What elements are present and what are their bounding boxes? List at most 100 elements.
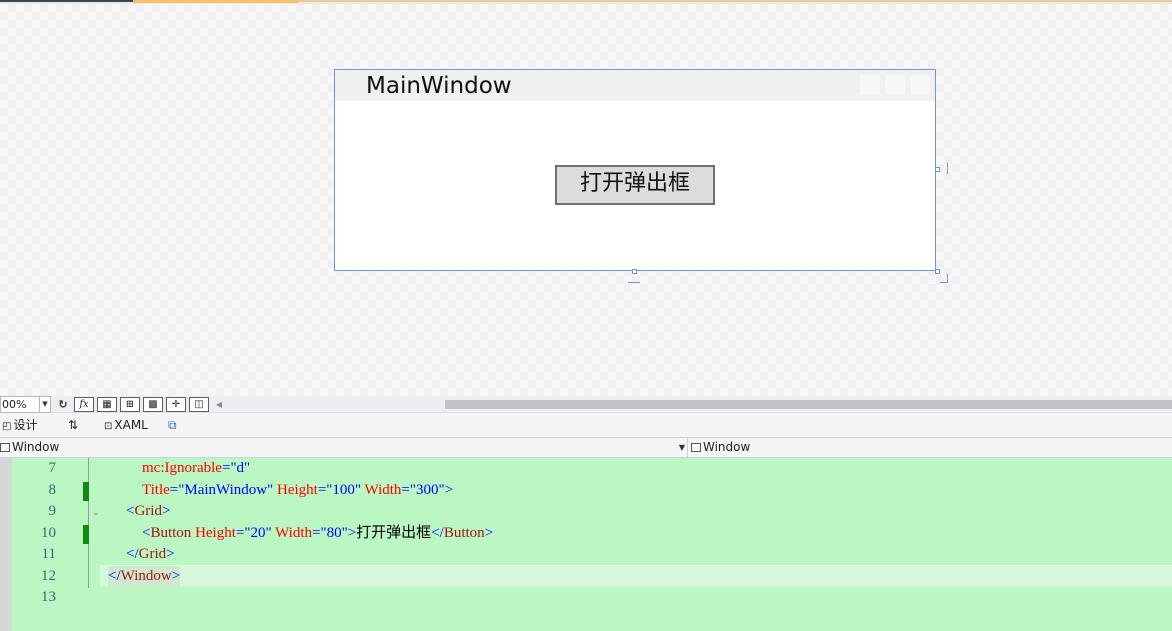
preview-window-title: MainWindow — [366, 73, 512, 99]
xaml-icon: ⊡ — [104, 421, 113, 432]
scope-dropdown-left[interactable]: Window ▼ — [0, 438, 688, 457]
minimize-icon — [860, 75, 880, 95]
code-text[interactable]: mc:Ignorable="d" — [142, 458, 250, 480]
code-token: "MainWindow" — [178, 481, 274, 498]
device-icon[interactable]: ◫ — [189, 397, 209, 412]
code-token: "100" — [326, 481, 362, 498]
swap-panes-button[interactable]: ⇅ — [68, 416, 78, 435]
code-token: > — [484, 524, 494, 541]
code-token: Width — [271, 524, 312, 541]
code-token: 打开弹出框 — [356, 524, 432, 541]
code-token: </ — [431, 524, 444, 541]
preview-window[interactable]: MainWindow 打开弹出框 — [334, 69, 936, 271]
code-token: Grid — [138, 546, 167, 562]
refresh-icon[interactable]: ↻ — [57, 396, 69, 413]
code-token: </ — [108, 567, 121, 584]
resize-handle-corner[interactable] — [935, 269, 940, 274]
code-token: "300" — [409, 481, 445, 498]
code-token: Height — [191, 524, 236, 541]
code-token: Button — [443, 524, 485, 541]
line-number: 11 — [41, 546, 56, 562]
line-number: 13 — [41, 589, 56, 605]
preview-titlebar: MainWindow — [335, 70, 935, 101]
navigation-bar: Window ▼ Window — [0, 437, 1172, 458]
popout-icon[interactable]: ⧉ — [168, 416, 177, 435]
code-text[interactable]: </Grid> — [126, 544, 175, 566]
code-token: > — [166, 546, 175, 562]
resize-handle-right[interactable] — [935, 167, 940, 172]
scroll-left-icon[interactable]: ◀ — [214, 396, 224, 413]
resize-grip-corner-h[interactable] — [940, 282, 948, 283]
resize-grip-right[interactable] — [947, 163, 948, 174]
line-number: 12 — [41, 567, 56, 584]
swap-icon: ⇅ — [68, 418, 79, 432]
tab-xaml[interactable]: ⊡ XAML — [104, 416, 148, 435]
tab-xaml-label: XAML — [114, 418, 148, 432]
code-token: > — [347, 524, 357, 541]
resize-grip-corner-v[interactable] — [947, 274, 948, 282]
code-token: Window — [120, 567, 172, 584]
code-token: = — [401, 481, 410, 498]
code-token: = — [169, 481, 179, 498]
line-number: 9 — [48, 503, 57, 519]
resize-grip-bottom[interactable] — [628, 282, 640, 283]
code-token: Width — [361, 481, 402, 498]
line-number: 8 — [48, 481, 57, 498]
code-token: "80" — [320, 524, 348, 541]
close-icon — [910, 75, 930, 95]
scope-dropdown-right[interactable]: Window — [691, 438, 1172, 457]
chevron-down-icon[interactable]: ▼ — [39, 397, 50, 412]
change-marker — [83, 481, 89, 501]
code-line[interactable]: 7 mc:Ignorable="d" — [12, 458, 1172, 480]
code-token: Height — [273, 481, 318, 498]
artboard-icon[interactable]: ▩ — [143, 397, 163, 412]
scope-left-label: Window — [12, 440, 60, 454]
code-token: Grid — [134, 503, 162, 519]
grid-icon[interactable]: ▦ — [97, 397, 117, 412]
zoom-value: 00% — [2, 398, 27, 411]
code-line[interactable]: 9 <Grid> — [12, 501, 1172, 523]
design-surface[interactable]: MainWindow 打开弹出框 — [0, 4, 1172, 396]
code-token: :Ignorable — [160, 460, 222, 476]
line-number: 10 — [41, 524, 56, 541]
code-line[interactable]: 11 </Grid> — [12, 544, 1172, 566]
code-token: "20" — [244, 524, 272, 541]
line-number: 7 — [48, 460, 57, 476]
code-token: > — [444, 481, 454, 498]
code-text[interactable]: <Button Height="20" Width="80">打开弹出框</Bu… — [142, 523, 493, 545]
snap-lines-icon[interactable]: ✛ — [166, 397, 186, 412]
code-token: mc — [142, 460, 161, 476]
tab-design-label: 设计 — [13, 418, 38, 432]
editor-margin — [0, 458, 12, 631]
code-text[interactable]: </Window> — [108, 565, 181, 587]
horizontal-scrollbar[interactable] — [226, 400, 1172, 409]
resize-handle-bottom[interactable] — [632, 269, 637, 274]
code-text[interactable]: Title="MainWindow" Height="100" Width="3… — [142, 480, 453, 502]
tab-indicator-inactive — [0, 0, 133, 2]
design-icon: ◰ — [2, 421, 12, 432]
tab-design[interactable]: ◰ 设计 — [2, 416, 37, 435]
code-token: Title — [142, 481, 170, 498]
fx-icon[interactable]: fx — [74, 397, 94, 412]
maximize-icon — [885, 75, 905, 95]
code-line[interactable]: 12 </Window> — [12, 565, 1172, 587]
code-token: Button — [150, 524, 192, 541]
designer-toolbar: 00% ▼ ↻ fx ▦ ⊞ ▩ ✛ ◫ ◀ — [0, 396, 1172, 413]
tab-indicator-active[interactable] — [133, 0, 299, 3]
view-tab-strip: ◰ 设计 ⇅ ⊡ XAML ⧉ — [0, 413, 1172, 437]
chevron-down-icon[interactable]: ▼ — [679, 438, 685, 457]
code-line[interactable]: 8 Title="MainWindow" Height="100" Width="… — [12, 480, 1172, 502]
zoom-combobox[interactable]: 00% ▼ — [0, 396, 51, 413]
change-marker — [83, 524, 89, 544]
code-token: > — [171, 567, 181, 584]
snap-grid-icon[interactable]: ⊞ — [120, 397, 140, 412]
preview-button[interactable]: 打开弹出框 — [555, 165, 715, 205]
code-line[interactable]: 10 <Button Height="20" Width="80">打开弹出框</… — [12, 523, 1172, 545]
code-line[interactable]: 13 — [12, 587, 1172, 609]
code-text[interactable]: <Grid> — [126, 501, 170, 523]
tab-indicator-inactive — [299, 0, 1172, 2]
window-icon — [691, 443, 701, 452]
scrollbar-thumb[interactable] — [445, 400, 1172, 409]
code-token: = — [317, 481, 327, 498]
window-icon — [0, 443, 10, 452]
